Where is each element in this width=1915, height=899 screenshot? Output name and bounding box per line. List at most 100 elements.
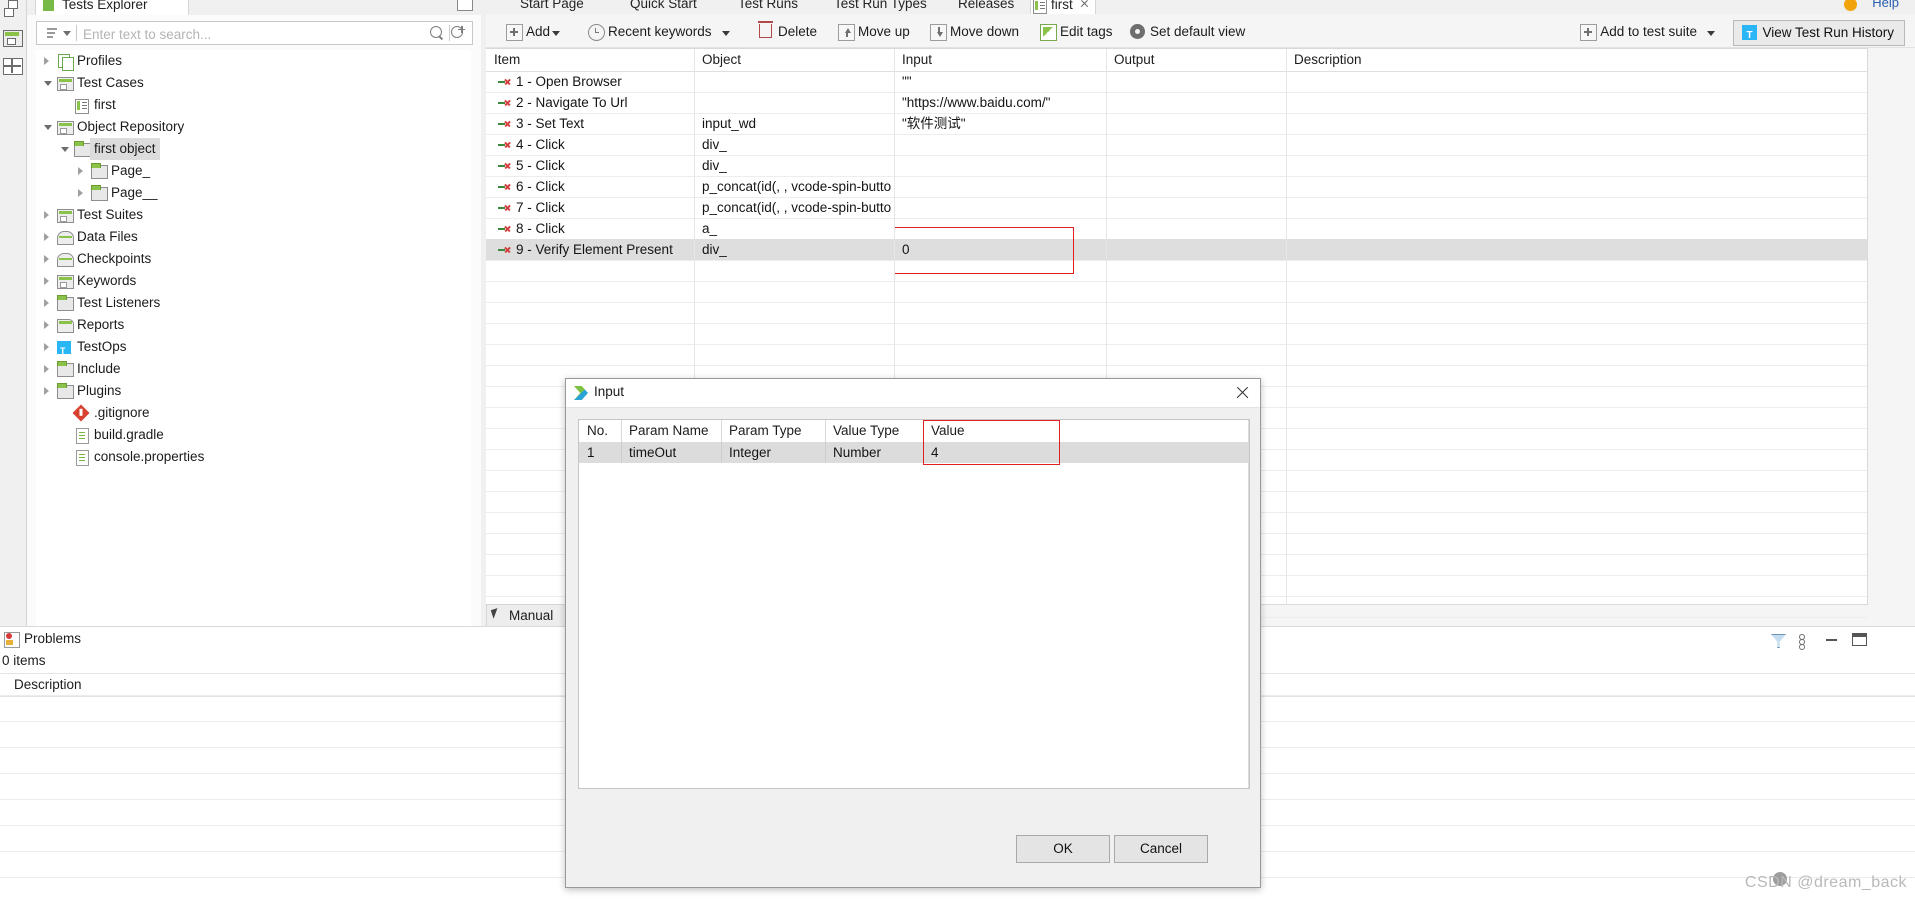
toolbar-move-down-button[interactable]: Move down (930, 23, 1019, 41)
toolbar-delete-button[interactable]: Delete (758, 21, 817, 41)
chevron-right-icon[interactable] (44, 365, 49, 373)
chevron-right-icon[interactable] (44, 233, 49, 241)
perspective-icon[interactable] (2, 0, 24, 22)
editor-tab-first[interactable]: first (1030, 0, 1096, 14)
tree-item-page[interactable]: Page_ (36, 160, 471, 182)
toolbar-edit-tags-button[interactable]: Edit tags (1040, 23, 1113, 41)
toolbar-recent-keywords-button[interactable]: Recent keywords (588, 23, 712, 41)
tree-item-console-properties[interactable]: console.properties (36, 446, 471, 468)
chevron-down-icon[interactable] (61, 147, 69, 152)
tree-item-test-listeners[interactable]: Test Listeners (36, 292, 471, 314)
editor-tab-test-run-types[interactable]: Test Run Types (814, 0, 927, 14)
tree-item-reports[interactable]: Reports (36, 314, 471, 336)
grid-column-object[interactable]: Object (694, 49, 902, 71)
cancel-button[interactable]: Cancel (1114, 835, 1208, 863)
grid-column-item[interactable]: Item (486, 49, 702, 71)
editor-tab-releases[interactable]: Releases (938, 0, 1014, 14)
chevron-down-icon[interactable] (552, 31, 560, 36)
close-icon[interactable] (1235, 385, 1250, 400)
view-test-run-history-button[interactable]: View Test Run History (1733, 20, 1905, 48)
tree-item-plugins[interactable]: Plugins (36, 380, 471, 402)
view-menu-icon[interactable] (1794, 633, 1809, 650)
grid-column-input[interactable]: Input (894, 49, 1114, 71)
tree-item-testops[interactable]: TestOps (36, 336, 471, 362)
ok-button[interactable]: OK (1016, 835, 1110, 863)
grid-column-output[interactable]: Output (1106, 49, 1294, 71)
grid-cell-input: "https://www.baidu.com/" (902, 95, 1051, 110)
problems-column-description: Description (14, 677, 82, 692)
dialog-column-value-type[interactable]: Value Type (825, 420, 931, 442)
dialog-column-value[interactable]: Value (923, 420, 1257, 442)
tree-item-test-cases[interactable]: Test Cases (36, 72, 471, 94)
dialog-cell-param-name[interactable]: timeOut (621, 442, 729, 463)
search-icon[interactable] (430, 26, 444, 40)
cabinet-icon (57, 76, 74, 91)
search-add-icon[interactable] (451, 26, 465, 40)
minimize-icon[interactable] (1826, 639, 1837, 641)
grid-cell-input: 0 (902, 242, 910, 257)
editor-tab-start-page[interactable]: Start Page (500, 0, 584, 14)
tree-item-test-suites[interactable]: Test Suites (36, 204, 471, 226)
tab-problems[interactable]: Problems (0, 627, 96, 651)
chevron-down-icon[interactable] (1707, 31, 1715, 36)
tree-item-gitignore[interactable]: .gitignore (36, 402, 471, 424)
minimize-icon[interactable] (457, 0, 473, 11)
tree-item-label: Object Repository (77, 119, 185, 134)
tree-item-page[interactable]: Page__ (36, 182, 471, 204)
chevron-right-icon[interactable] (44, 343, 49, 351)
filter-icon[interactable] (1770, 633, 1786, 648)
maximize-icon[interactable] (1852, 633, 1867, 646)
toolbar-move-up-button[interactable]: Move up (838, 23, 910, 41)
toolbar-add-button[interactable]: Add (506, 23, 550, 41)
chevron-right-icon[interactable] (44, 277, 49, 285)
tree-item-include[interactable]: Include (36, 358, 471, 380)
chevron-right-icon[interactable] (78, 189, 83, 197)
chevron-down-icon[interactable] (44, 125, 52, 130)
tree-item-build-gradle[interactable]: build.gradle (36, 424, 471, 446)
filter-list-icon[interactable] (43, 26, 58, 40)
add-to-test-suite-button[interactable]: Add to test suite (1580, 23, 1697, 41)
tree-item-profiles[interactable]: Profiles (36, 50, 471, 72)
toolbar-set-default-view-button[interactable]: Set default view (1130, 23, 1245, 41)
close-icon[interactable] (1080, 0, 1089, 8)
chevron-right-icon[interactable] (44, 321, 49, 329)
dialog-cell-value[interactable]: 4 (923, 442, 1257, 463)
dialog-cell-value-type[interactable]: Number (825, 442, 931, 463)
table-view-rail-icon[interactable] (2, 56, 24, 78)
grid-cell-output (1106, 113, 1284, 134)
toolbar-item-label: Add (526, 24, 551, 39)
tree-item-object-repository[interactable]: Object Repository (36, 116, 471, 138)
explorer-tab-label: Tests Explorer (62, 0, 148, 12)
chevron-right-icon[interactable] (78, 167, 83, 175)
tab-manual[interactable]: Manual (486, 604, 567, 627)
chevron-down-icon[interactable] (44, 81, 52, 86)
divider (76, 25, 77, 41)
help-link[interactable]: Help (1872, 0, 1899, 10)
tab-problems-label: Problems (24, 631, 82, 646)
tree-item-first-object[interactable]: first object (36, 138, 471, 160)
chevron-right-icon[interactable] (44, 299, 49, 307)
tab-tests-explorer[interactable]: Tests Explorer (35, 0, 189, 15)
dialog-cell-param-type[interactable]: Integer (721, 442, 833, 463)
chevron-right-icon[interactable] (44, 255, 49, 263)
tree-item-first[interactable]: first (36, 94, 471, 116)
search-input[interactable] (81, 24, 455, 44)
git-icon (72, 404, 90, 422)
chevron-right-icon[interactable] (44, 57, 49, 65)
table-row[interactable]: 1 timeOut Integer Number 4 (579, 442, 1249, 463)
dialog-column-param-name[interactable]: Param Name (621, 420, 729, 442)
tree-item-checkpoints[interactable]: Checkpoints (36, 248, 471, 270)
chevron-down-icon[interactable] (722, 31, 730, 36)
editor-tab-quick-start[interactable]: Quick Start (610, 0, 697, 14)
editor-tab-test-runs[interactable]: Test Runs (718, 0, 798, 14)
dialog-column-param-type[interactable]: Param Type (721, 420, 833, 442)
parameter-table[interactable]: No. Param Name Param Type Value Type Value 1… (578, 419, 1250, 789)
chevron-right-icon[interactable] (44, 211, 49, 219)
chevron-right-icon[interactable] (44, 387, 49, 395)
tree-item-keywords[interactable]: Keywords (36, 270, 471, 292)
tests-explorer-rail-icon[interactable] (2, 28, 24, 50)
katalon-icon (574, 386, 588, 400)
tree-item-data-files[interactable]: Data Files (36, 226, 471, 248)
grid-column-description[interactable]: Description (1286, 49, 1875, 71)
chevron-down-icon[interactable] (63, 31, 71, 36)
